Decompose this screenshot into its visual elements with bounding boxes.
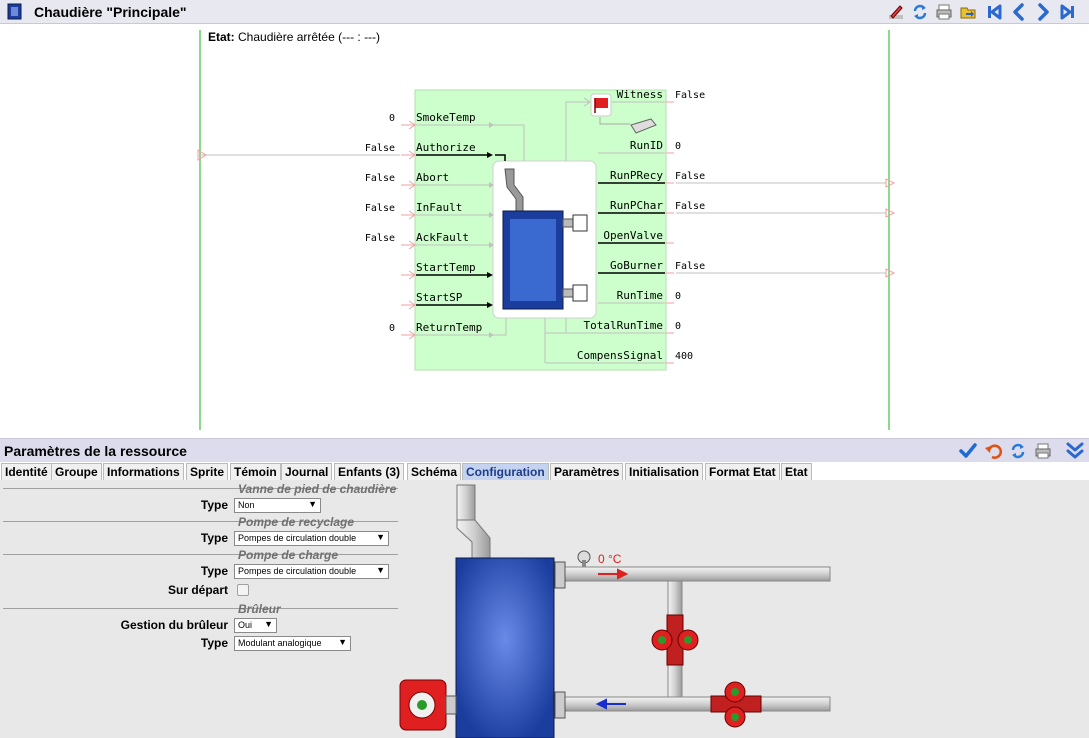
input-port-ackfault[interactable]: AckFault <box>416 231 469 244</box>
tab-initialisation[interactable]: Initialisation <box>625 463 704 480</box>
input-value-abort: False <box>365 173 395 184</box>
refresh-icon[interactable] <box>1009 442 1027 460</box>
input-port-smoketemp[interactable]: SmokeTemp <box>416 111 476 124</box>
input-port-returntemp[interactable]: ReturnTemp <box>416 321 482 334</box>
export-icon[interactable] <box>959 3 977 21</box>
input-value-smoketemp: 0 <box>389 113 395 124</box>
tab-informations[interactable]: Informations <box>103 463 184 480</box>
output-port-compenssignal[interactable]: CompensSignal <box>577 349 663 362</box>
tab-temoin[interactable]: Témoin <box>230 463 281 480</box>
tab-groupe[interactable]: Groupe <box>51 463 102 480</box>
collapse-icon[interactable] <box>1066 442 1084 460</box>
supply-flange <box>554 561 566 589</box>
input-value-returntemp: 0 <box>389 323 395 334</box>
diagram-canvas: SmokeTemp 0 Authorize False Abort False InFaul… <box>197 30 896 430</box>
status-label: Etat: <box>208 30 235 44</box>
witness-icon <box>590 93 612 117</box>
previous-icon[interactable] <box>1010 3 1028 21</box>
tab-etat[interactable]: Etat <box>781 463 812 480</box>
burner-icon <box>399 679 457 731</box>
status-value: Chaudière arrêtée (--- : ---) <box>238 30 381 44</box>
output-port-runpchar[interactable]: RunPChar <box>610 199 663 212</box>
refresh-icon[interactable] <box>911 3 929 21</box>
supply-temperature: 0 °C <box>598 552 622 566</box>
window-titlebar: Chaudière "Principale" <box>0 0 1089 24</box>
return-flange <box>554 691 566 719</box>
validate-icon[interactable] <box>959 442 977 460</box>
output-value-runpchar: False <box>675 201 705 212</box>
next-icon[interactable] <box>1034 3 1052 21</box>
tab-enfants[interactable]: Enfants (3) <box>334 463 405 480</box>
input-value-infault: False <box>365 203 395 214</box>
recycling-pump-icon <box>651 614 699 666</box>
input-value-authorize: False <box>365 143 395 154</box>
input-port-infault[interactable]: InFault <box>416 201 462 214</box>
output-port-openvalve[interactable]: OpenValve <box>603 229 663 242</box>
undo-icon[interactable] <box>984 442 1002 460</box>
output-value-runtime: 0 <box>675 291 681 302</box>
output-port-runtime[interactable]: RunTime <box>617 289 663 302</box>
edit-icon[interactable] <box>887 3 905 21</box>
last-icon[interactable] <box>1059 3 1077 21</box>
print-icon[interactable] <box>1034 442 1052 460</box>
output-value-compenssignal: 400 <box>675 351 693 362</box>
tab-parametres[interactable]: Paramètres <box>550 463 624 480</box>
output-port-runprecy[interactable]: RunPRecy <box>610 169 663 182</box>
boiler-body <box>455 557 555 738</box>
tab-identite[interactable]: Identité <box>1 463 52 480</box>
tab-format-etat[interactable]: Format Etat <box>705 463 780 480</box>
window-title: Chaudière "Principale" <box>34 4 187 20</box>
output-value-runid: 0 <box>675 141 681 152</box>
temperature-sensor-icon <box>577 550 591 567</box>
hydraulic-schema: 0 °C <box>399 484 831 738</box>
print-icon[interactable] <box>935 3 953 21</box>
input-value-ackfault: False <box>365 233 395 244</box>
function-block-diagram: Etat: Chaudière arrêtée (--- : ---) Smok… <box>0 25 1089 438</box>
chimney-pipe <box>456 484 491 559</box>
tab-configuration[interactable]: Configuration <box>462 463 549 480</box>
input-port-abort[interactable]: Abort <box>416 171 449 184</box>
configuration-panel: Vanne de pied de chaudière Type Non ▼ Pom… <box>0 480 1089 738</box>
output-port-runid[interactable]: RunID <box>630 139 663 152</box>
boiler-app-icon <box>7 3 22 20</box>
output-value-goburner: False <box>675 261 705 272</box>
charge-pump-icon <box>710 681 762 728</box>
resource-panel-header: Paramètres de la ressource <box>0 438 1089 462</box>
output-port-totalruntime[interactable]: TotalRunTime <box>584 319 663 332</box>
tab-schema[interactable]: Schéma <box>407 463 462 480</box>
output-value-runprecy: False <box>675 171 705 182</box>
first-icon[interactable] <box>985 3 1003 21</box>
output-value-witness: False <box>675 90 705 101</box>
panel-title: Paramètres de la ressource <box>4 443 187 459</box>
input-port-startsp[interactable]: StartSP <box>416 291 463 304</box>
output-port-witness[interactable]: Witness <box>617 88 663 101</box>
output-value-totalruntime: 0 <box>675 321 681 332</box>
tab-journal[interactable]: Journal <box>281 463 333 480</box>
output-port-goburner[interactable]: GoBurner <box>610 259 663 272</box>
tab-bar: Identité Groupe Informations Sprite Témo… <box>0 462 1089 480</box>
input-port-starttemp[interactable]: StartTemp <box>416 261 476 274</box>
tab-sprite[interactable]: Sprite <box>186 463 229 480</box>
input-port-authorize[interactable]: Authorize <box>416 141 476 154</box>
status-line: Etat: Chaudière arrêtée (--- : ---) <box>208 30 380 44</box>
